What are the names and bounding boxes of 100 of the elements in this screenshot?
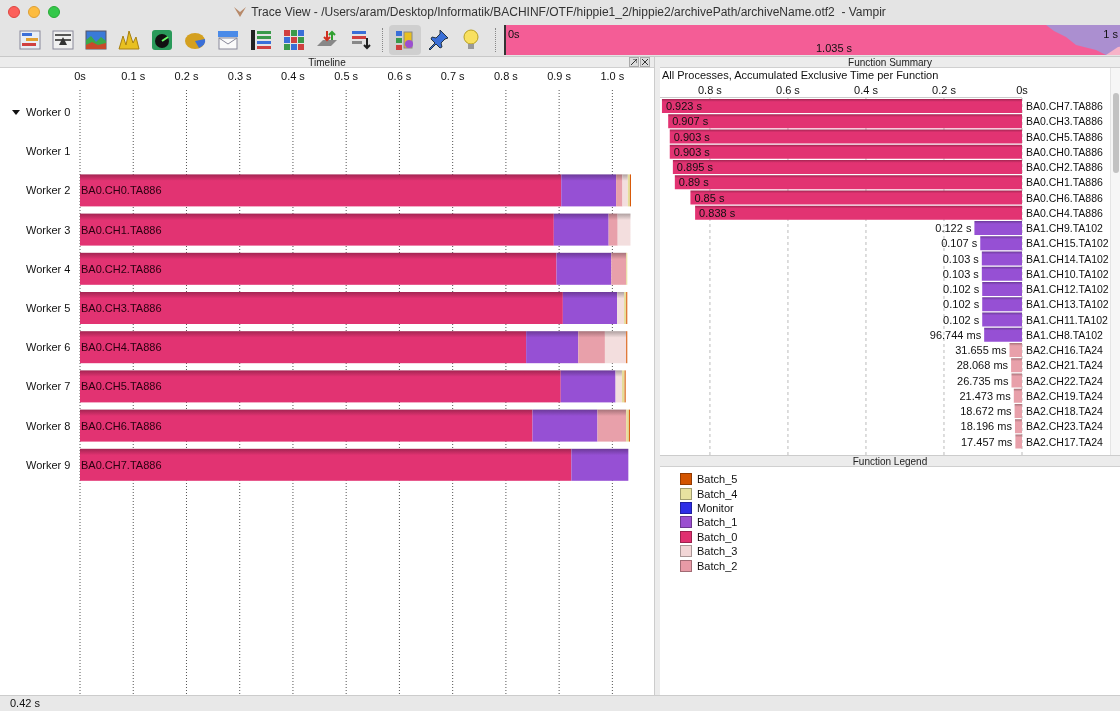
- axis-tick-label: 0.2 s: [174, 70, 199, 82]
- undock-button[interactable]: [629, 57, 639, 67]
- row-label: Worker 5: [26, 302, 71, 314]
- radar-icon: [150, 27, 174, 52]
- function-name: BA0.CH0.TA886: [1026, 145, 1103, 158]
- axis-tick-label: 0s: [74, 70, 86, 82]
- bar-label: BA0.CH6.TA886: [81, 419, 162, 432]
- expand-triangle-icon[interactable]: [12, 110, 20, 115]
- value-label: 0.838 s: [699, 206, 736, 219]
- value-label: 0.85 s: [694, 191, 725, 204]
- function-name: BA1.CH10.TA102: [1026, 267, 1109, 280]
- value-label: 0.103 s: [942, 252, 979, 265]
- row-label: Worker 7: [26, 380, 71, 393]
- legend-label: Batch_3: [697, 545, 738, 558]
- value-label: 18.196 ms: [960, 420, 1012, 433]
- bar-label: BA0.CH7.TA886: [81, 458, 162, 471]
- function-name: BA2.CH19.TA24: [1026, 389, 1103, 402]
- axis-tick-label: 0.4 s: [281, 70, 305, 82]
- legend-label: Batch_2: [697, 559, 738, 572]
- function-name: BA1.CH11.TA102: [1026, 313, 1108, 326]
- value-label: 0.102 s: [943, 313, 980, 326]
- value-label: 17.457 ms: [961, 435, 1013, 448]
- summary-bar: [982, 312, 1022, 327]
- process-chart-icon: [51, 27, 75, 52]
- value-label: 0.107 s: [941, 237, 978, 250]
- value-label: 0.103 s: [942, 267, 979, 280]
- bar-label: BA0.CH3.TA886: [81, 302, 162, 314]
- function-name: BA2.CH17.TA24: [1026, 435, 1103, 448]
- bar-label: BA0.CH4.TA886: [81, 341, 162, 354]
- legend-label: Batch_4: [697, 487, 738, 500]
- panel-title: Function Legend: [852, 455, 928, 467]
- summary-bar: [982, 282, 1022, 296]
- row-label: Worker 6: [26, 341, 71, 354]
- row-label: Worker 1: [26, 145, 71, 158]
- function-name: BA1.CH12.TA102: [1026, 283, 1109, 295]
- function-name: BA0.CH3.TA886: [1026, 115, 1103, 128]
- row-label: Worker 8: [26, 419, 71, 432]
- summary-bar: [981, 266, 1022, 281]
- overview-start-label: 0s: [508, 26, 520, 42]
- value-label: 18.672 ms: [960, 405, 1012, 417]
- value-label: 0.895 s: [676, 161, 713, 173]
- overview-duration-label: 1.035 s: [816, 40, 853, 56]
- function-name: BA2.CH18.TA24: [1026, 405, 1103, 417]
- axis-tick-label: 0.5 s: [334, 70, 359, 82]
- value-label: 0.923 s: [665, 100, 703, 112]
- row-label: Worker 4: [26, 262, 71, 275]
- close-button[interactable]: [640, 57, 650, 67]
- function-name: BA1.CH9.TA102: [1026, 222, 1103, 234]
- value-label: 0.903 s: [673, 145, 710, 158]
- value-label: 96.744 ms: [929, 328, 982, 341]
- value-label: 0.903 s: [673, 130, 710, 143]
- function-name: BA0.CH4.TA886: [1026, 206, 1103, 219]
- function-name: BA2.CH23.TA24: [1026, 420, 1103, 433]
- axis-tick-label: 0.6 s: [776, 84, 800, 96]
- summary-bar: [1011, 358, 1022, 373]
- function-name: BA0.CH2.TA886: [1026, 161, 1103, 173]
- area-chart-icon: [84, 27, 108, 52]
- bar-label: BA0.CH5.TA886: [81, 380, 162, 393]
- function-name: BA0.CH1.TA886: [1026, 176, 1103, 189]
- value-label: 0.122 s: [935, 222, 972, 234]
- summary-bar: [1013, 388, 1022, 403]
- arrow-icon: [631, 59, 637, 65]
- value-label: 0.907 s: [672, 115, 709, 128]
- row-label: Worker 2: [26, 184, 71, 197]
- overview-end-label: 1 s: [1103, 26, 1118, 42]
- row-label: Worker 3: [26, 223, 71, 236]
- axis-tick-label: 0.7 s: [440, 70, 465, 82]
- function-name: BA0.CH5.TA886: [1026, 130, 1103, 143]
- value-label: 0.89 s: [678, 176, 709, 189]
- close-window-button[interactable]: [8, 6, 20, 18]
- function-name: BA1.CH14.TA102: [1026, 252, 1109, 265]
- bar-label: BA0.CH1.TA886: [81, 223, 162, 236]
- value-label: 28.068 ms: [956, 359, 1009, 372]
- axis-tick-label: 0.2 s: [932, 84, 956, 96]
- function-name: BA0.CH6.TA886: [1026, 191, 1103, 204]
- axis-tick-label: 0.6 s: [387, 70, 412, 82]
- function-name: BA1.CH13.TA102: [1026, 298, 1109, 311]
- function-name: BA2.CH21.TA24: [1026, 359, 1103, 372]
- axis-tick-label: 0.4 s: [854, 84, 878, 96]
- summary-bar: [981, 251, 1022, 266]
- axis-tick-label: 0.3 s: [227, 70, 252, 82]
- value-label: 31.655 ms: [955, 344, 1007, 356]
- status-time: 0.42 s: [10, 696, 40, 711]
- axis-tick-label: 0.8 s: [493, 70, 518, 82]
- scrollbar[interactable]: [1110, 68, 1120, 455]
- close-icon: [642, 59, 648, 65]
- grid-icon: [282, 27, 306, 52]
- axis-tick-label: 0.8 s: [698, 84, 722, 96]
- zoom-window-button[interactable]: [48, 6, 60, 18]
- legend-label: Monitor: [697, 501, 734, 514]
- bar-label: BA0.CH0.TA886: [81, 184, 162, 197]
- value-label: 21.473 ms: [959, 389, 1011, 402]
- value-label: 26.735 ms: [957, 374, 1009, 387]
- value-label: 0.102 s: [943, 298, 980, 311]
- row-label: Worker 9: [26, 458, 71, 471]
- value-label: 0.102 s: [943, 283, 980, 295]
- scrollbar-thumb[interactable]: [1112, 93, 1119, 173]
- chart-title: All Processes, Accumulated Exclusive Time per Function: [662, 69, 939, 81]
- summary-bar: [1011, 373, 1022, 388]
- axis-tick-label: 0.9 s: [547, 70, 572, 82]
